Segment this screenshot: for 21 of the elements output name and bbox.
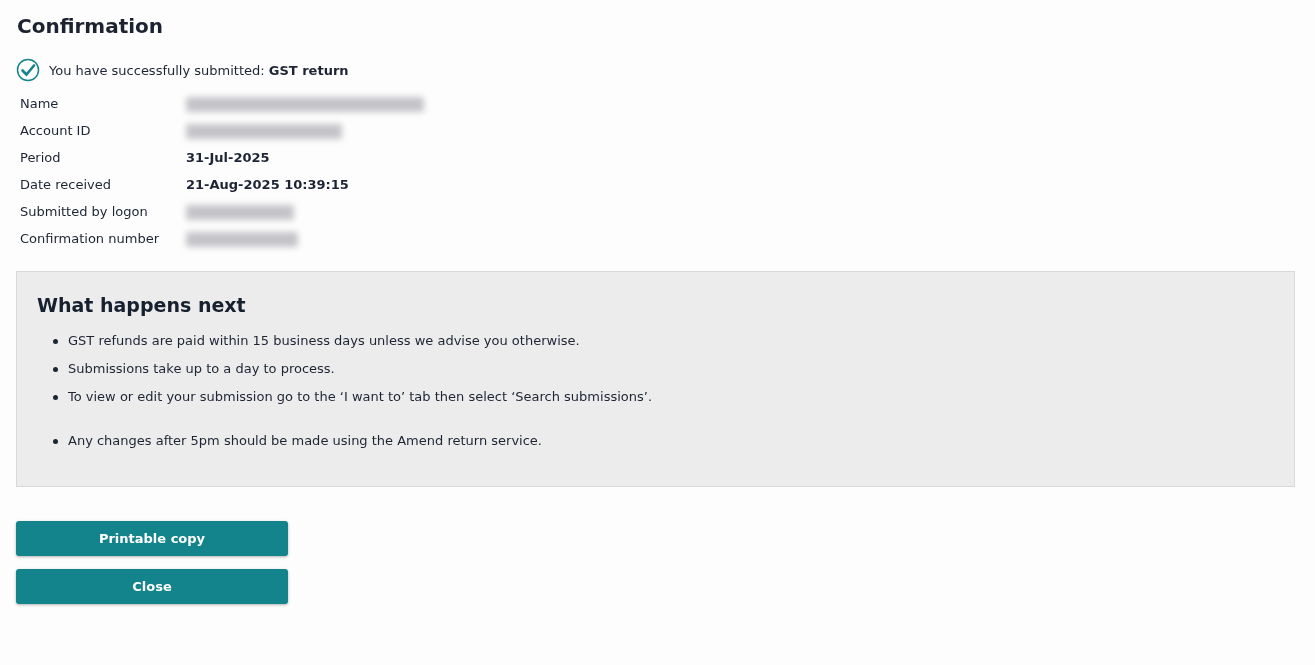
success-message: You have successfully submitted: GST return [49,62,349,78]
field-label: Submitted by logon [20,203,149,221]
bullet-icon [53,438,58,444]
printable-copy-button[interactable]: Printable copy [16,521,288,556]
bullet-item: Any changes after 5pm should be made using the Amend return service. [68,432,542,450]
field-value: 31-Jul-2025 [186,149,271,167]
panel-heading: What happens next [37,294,247,316]
field-label: Account ID [20,122,92,140]
bullet-item: To view or edit your submission go to the ‘I want to’ tab then select ‘Search submissions’. [68,388,653,406]
bullet-item: GST refunds are paid within 15 business days unless we advise you otherwise. [68,332,580,350]
close-button[interactable]: Close [16,569,288,604]
bullet-icon [53,394,58,400]
bullet-icon [53,366,58,372]
field-label: Date received [20,176,112,194]
field-label: Period [20,149,62,167]
field-value: 21-Aug-2025 10:39:15 [186,176,350,194]
field-label: Confirmation number [20,230,160,248]
field-label: Name [20,95,60,113]
bullet-icon [53,338,58,344]
bullet-item: Submissions take up to a day to process. [68,360,335,378]
page-title: Confirmation [17,14,165,38]
